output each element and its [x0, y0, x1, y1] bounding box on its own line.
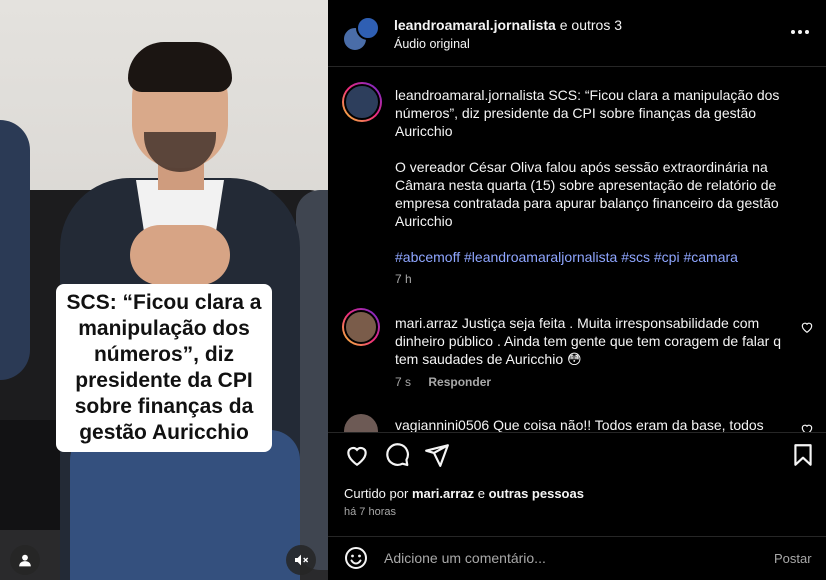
post-header: leandroamaral.jornalista e outros 3 Áudi… [328, 0, 826, 66]
comment-body: Que coisa não!! Todos eram da base, todo… [493, 417, 764, 432]
comment-time: 7 s [395, 375, 412, 389]
header-username-text[interactable]: leandroamaral.jornalista [394, 17, 556, 33]
more-horizontal-icon [798, 30, 802, 34]
likes-prefix: Curtido por [344, 486, 409, 501]
comment-heart-icon[interactable] [800, 320, 814, 334]
heart-icon[interactable] [344, 442, 370, 468]
side-person-left [0, 120, 30, 380]
likes-summary: Curtido por mari.arraz e outras pessoas [344, 486, 584, 501]
caption-line: presidente da CPI [75, 369, 253, 392]
caption-line: gestão Auricchio [79, 421, 249, 444]
hair [128, 42, 232, 92]
post-body: O vereador César Oliva falou após sessão… [395, 159, 779, 229]
beard [144, 132, 216, 172]
caption-line: números”, diz [93, 343, 235, 366]
person-icon [19, 554, 31, 567]
mute-button[interactable] [286, 545, 316, 575]
comment-icon[interactable] [384, 442, 410, 468]
more-horizontal-icon [791, 30, 795, 34]
video-caption: SCS: “Ficou clara a manipulação dos núme… [56, 284, 272, 452]
comment-username[interactable]: mari.arraz [395, 315, 458, 331]
comment-avatar[interactable] [342, 308, 380, 346]
comment-input[interactable] [384, 548, 744, 568]
emoji-icon[interactable] [344, 546, 368, 570]
reply-button[interactable]: Responder [428, 375, 491, 389]
comment-avatar[interactable] [342, 412, 380, 432]
post-comment-button[interactable]: Postar [774, 551, 812, 566]
post-author-avatar[interactable] [342, 82, 382, 122]
muted-speaker-icon [295, 554, 309, 566]
header-username[interactable]: leandroamaral.jornalista e outros 3 [394, 17, 622, 33]
more-options-button[interactable] [788, 24, 812, 40]
video-player[interactable]: SCS: “Ficou clara a manipulação dos núme… [0, 0, 328, 580]
likes-others[interactable]: outras pessoas [489, 486, 584, 501]
post-hashtags[interactable]: #abcemoff #leandroamaraljornalista #scs … [395, 248, 805, 266]
comment-bar: Postar [328, 536, 826, 580]
legs [70, 430, 300, 580]
comments-scroll-area[interactable]: leandroamaral.jornalista SCS: “Ficou cla… [328, 66, 826, 432]
hands [130, 225, 230, 285]
post-username[interactable]: leandroamaral.jornalista [395, 87, 544, 103]
comment-meta: 7 s Responder [395, 375, 491, 389]
avatar [356, 16, 380, 40]
header-and-others[interactable]: e outros 3 [560, 17, 622, 33]
comment-text: mari.arraz Justiça seja feita . Muita ir… [395, 314, 795, 368]
collab-avatars[interactable] [342, 16, 382, 52]
caption-line: SCS: “Ficou clara a [66, 291, 262, 314]
comment-heart-icon[interactable] [800, 422, 814, 432]
comment-username[interactable]: vagiannini0506 [395, 417, 489, 432]
side-person-right [296, 190, 328, 570]
share-icon[interactable] [424, 442, 450, 468]
likes-and: e [477, 486, 485, 501]
action-bar [328, 432, 826, 476]
caption-line: sobre finanças da [74, 395, 254, 418]
post-date: há 7 horas [344, 506, 396, 518]
audio-link[interactable]: Áudio original [394, 37, 470, 51]
caption-line: manipulação dos [78, 317, 250, 340]
likes-user[interactable]: mari.arraz [412, 486, 474, 501]
post-timestamp: 7 h [395, 272, 412, 286]
tagged-users-button[interactable] [10, 545, 40, 575]
bookmark-icon[interactable] [790, 442, 816, 468]
post-caption: leandroamaral.jornalista SCS: “Ficou cla… [395, 86, 805, 266]
more-horizontal-icon [805, 30, 809, 34]
comment-text: vagiannini0506 Que coisa não!! Todos era… [395, 416, 795, 432]
post-panel: leandroamaral.jornalista e outros 3 Áudi… [328, 0, 826, 580]
